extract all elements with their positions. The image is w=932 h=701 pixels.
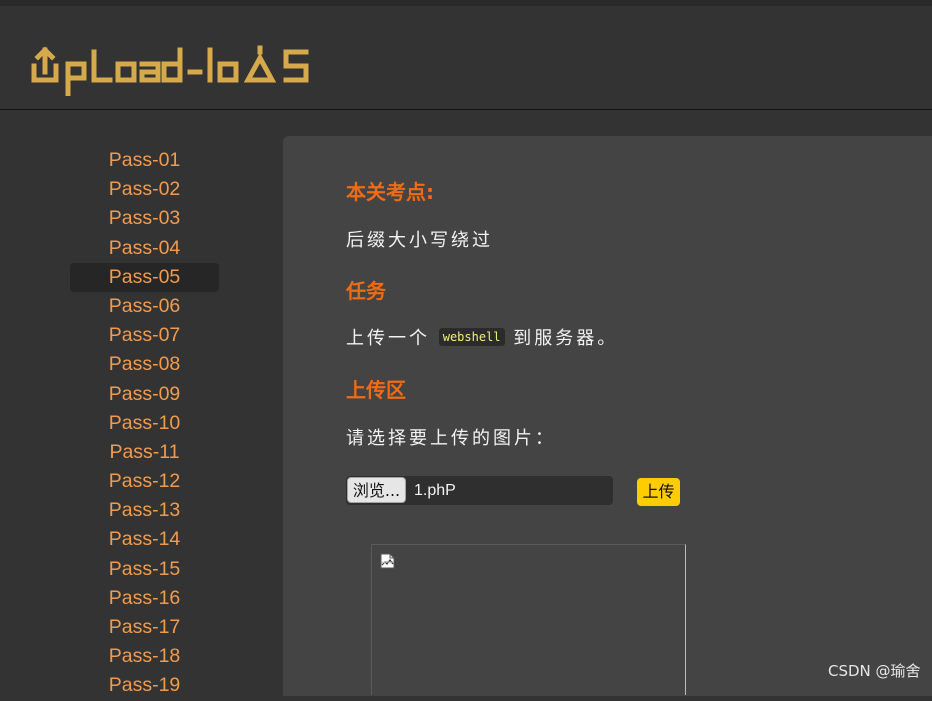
sidebar-item-pass-06[interactable]: Pass-06 bbox=[70, 292, 219, 321]
upload-labs-logo[interactable] bbox=[30, 44, 320, 97]
logo-icon bbox=[31, 45, 309, 97]
webshell-code: webshell bbox=[438, 328, 505, 346]
sidebar-item-pass-18[interactable]: Pass-18 bbox=[70, 642, 219, 671]
sidebar-item-pass-02[interactable]: Pass-02 bbox=[70, 175, 219, 204]
sidebar-item-pass-07[interactable]: Pass-07 bbox=[70, 321, 219, 350]
sidebar-item-pass-17[interactable]: Pass-17 bbox=[70, 613, 219, 642]
sidebar-item-pass-04[interactable]: Pass-04 bbox=[70, 234, 219, 263]
upload-prompt: 请选择要上传的图片： bbox=[346, 428, 556, 449]
task-text-after: 到服务器。 bbox=[513, 328, 619, 349]
uploaded-image-preview bbox=[371, 544, 686, 695]
broken-image-icon bbox=[380, 553, 395, 569]
sidebar-item-pass-15[interactable]: Pass-15 bbox=[70, 555, 219, 584]
main-content: 本关考点: 后缀大小写绕过 任务 上传一个 webshell 到服务器。 上传区… bbox=[283, 136, 932, 696]
sidebar: Pass-01 Pass-02 Pass-03 Pass-04 Pass-05 Pass-… bbox=[0, 110, 283, 696]
sidebar-item-pass-12[interactable]: Pass-12 bbox=[70, 467, 219, 496]
browse-button[interactable]: 浏览... bbox=[347, 477, 406, 503]
sidebar-item-pass-19[interactable]: Pass-19 bbox=[70, 671, 219, 700]
sidebar-item-pass-13[interactable]: Pass-13 bbox=[70, 496, 219, 525]
file-input[interactable]: 浏览... 1.phP bbox=[346, 476, 613, 505]
sidebar-item-pass-10[interactable]: Pass-10 bbox=[70, 409, 219, 438]
upload-button[interactable]: 上传 bbox=[637, 478, 680, 506]
task-text: 上传一个 webshell 到服务器。 bbox=[346, 324, 618, 350]
sidebar-item-pass-14[interactable]: Pass-14 bbox=[70, 525, 219, 554]
sidebar-item-pass-09[interactable]: Pass-09 bbox=[70, 380, 219, 409]
checkpoint-text: 后缀大小写绕过 bbox=[346, 230, 493, 251]
task-heading: 任务 bbox=[346, 279, 386, 303]
sidebar-item-pass-03[interactable]: Pass-03 bbox=[70, 204, 219, 233]
sidebar-item-pass-08[interactable]: Pass-08 bbox=[70, 350, 219, 379]
sidebar-item-pass-05[interactable]: Pass-05 bbox=[70, 262, 219, 292]
sidebar-item-pass-01[interactable]: Pass-01 bbox=[70, 146, 219, 175]
sidebar-nav: Pass-01 Pass-02 Pass-03 Pass-04 Pass-05 Pass-… bbox=[70, 146, 219, 701]
csdn-watermark: CSDN @瑜舍 bbox=[828, 662, 921, 680]
selected-file-name: 1.phP bbox=[414, 482, 456, 499]
header bbox=[0, 6, 932, 110]
upload-heading: 上传区 bbox=[346, 378, 406, 402]
task-text-before: 上传一个 bbox=[346, 328, 430, 349]
sidebar-item-pass-11[interactable]: Pass-11 bbox=[70, 438, 219, 467]
sidebar-item-pass-16[interactable]: Pass-16 bbox=[70, 584, 219, 613]
checkpoint-heading: 本关考点: bbox=[346, 180, 434, 204]
